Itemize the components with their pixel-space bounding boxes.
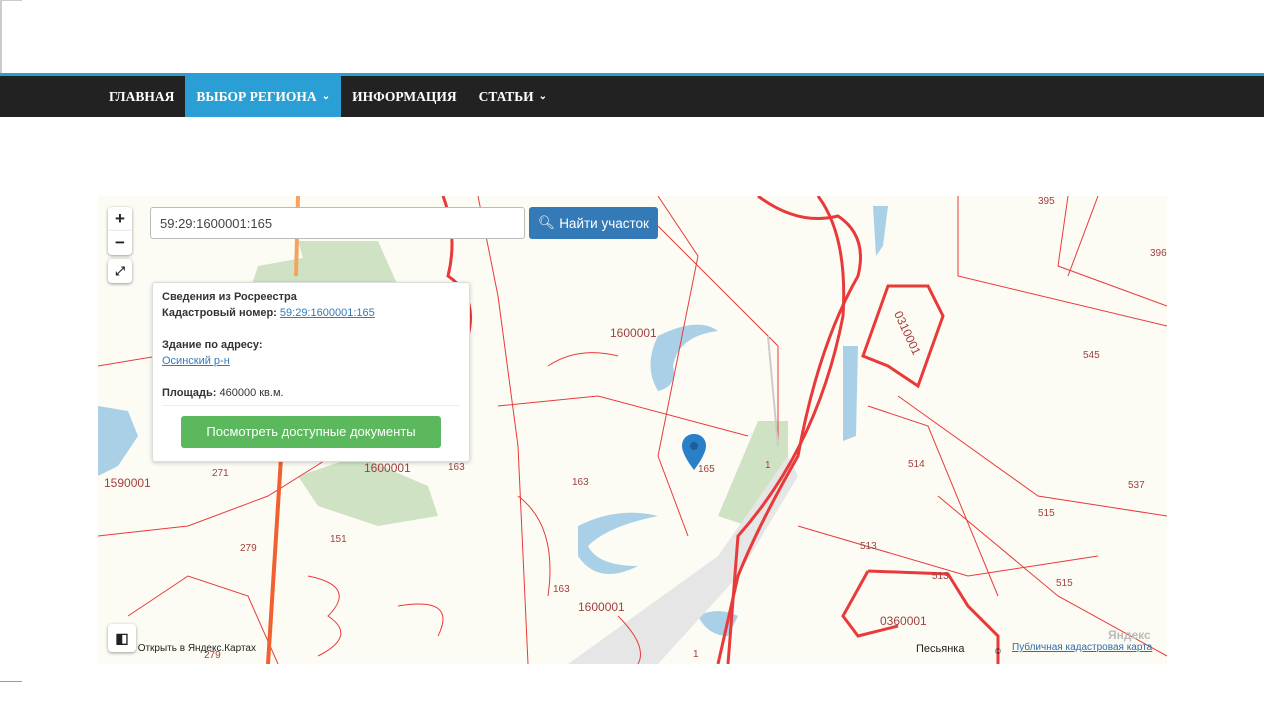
view-documents-button[interactable]: Посмотреть доступные документы [181,416,441,448]
zoom-in-label: + [115,209,125,228]
map-label: 1600001 [610,326,657,340]
info-popup: Сведения из Росреестра Кадастровый номер… [152,282,470,462]
fullscreen-button[interactable]: ⤢ [108,259,132,283]
public-cadastral-map-link[interactable]: Публичная кадастровая карта [1012,642,1152,653]
map-label: 537 [1128,480,1145,491]
map-label: 0360001 [880,614,927,628]
cadastral-number-link[interactable]: 59:29:1600001:165 [280,307,375,319]
zoom-out-label: − [115,233,125,252]
map-label: 515 [1056,578,1073,589]
nav-region-label: ВЫБОР РЕГИОНА [196,88,317,104]
cadastral-search-input[interactable] [150,207,525,239]
map-label: 513 [860,541,877,552]
map-label: 1 [765,460,771,471]
map-label: 395 [1038,196,1055,207]
area-value: 460000 кв.м. [219,387,284,399]
nav-articles-label: СТАТЬИ [478,88,534,104]
view-documents-label: Посмотреть доступные документы [206,424,416,439]
map-label: 1600001 [364,461,411,475]
main-nav: ГЛАВНАЯ ВЫБОР РЕГИОНА ⌄ ИНФОРМАЦИЯ СТАТЬИ… [0,76,1264,117]
layers-button[interactable]: ◧ [108,624,136,652]
expand-icon: ⤢ [115,263,125,278]
map-label: 163 [553,584,570,595]
nav-home[interactable]: ГЛАВНАЯ [98,76,185,117]
popup-title: Сведения из Росреестра [162,291,297,303]
map-label: 514 [908,459,925,470]
open-in-yandex-link[interactable]: Открыть в Яндекс.Картах [138,643,256,654]
find-plot-label: Найти участок [559,215,649,231]
chevron-down-icon: ⌄ [538,91,548,102]
map-label: 515 [1038,508,1055,519]
map-label: 279 [240,543,257,554]
nav-info-label: ИНФОРМАЦИЯ [352,88,457,104]
cadastral-map[interactable]: 1600001 1600001 1600001 1590001 0310001 … [98,196,1167,664]
copyright-icon: © [995,647,1001,656]
nav-home-label: ГЛАВНАЯ [109,88,175,104]
chevron-down-icon: ⌄ [321,91,331,102]
map-label: 1590001 [104,476,151,490]
address-label: Здание по адресу: [162,339,263,351]
map-label: 163 [572,477,589,488]
nav-region-select[interactable]: ВЫБОР РЕГИОНА ⌄ [185,76,342,117]
nav-articles[interactable]: СТАТЬИ ⌄ [468,76,558,117]
window-edge [0,0,2,73]
find-plot-button[interactable]: 🔍︎ Найти участок [529,207,658,239]
map-label: 151 [330,534,347,545]
window-edge-top [0,0,22,1]
address-link[interactable]: Осинский р-н [162,355,230,367]
layers-icon: ◧ [115,629,129,646]
map-label: 545 [1083,350,1100,361]
map-label: 396 [1150,248,1167,259]
map-label: 1 [693,649,699,660]
yandex-logo: Яндекс [1108,628,1151,642]
place-label: Песьянка [916,643,965,655]
map-label: 1600001 [578,600,625,614]
map-label: 271 [212,468,229,479]
nav-info[interactable]: ИНФОРМАЦИЯ [341,76,468,117]
cadastral-label: Кадастровый номер: [162,307,277,319]
zoom-out-button[interactable]: − [108,231,132,255]
map-label: 163 [448,462,465,473]
search-icon: 🔍︎ [538,215,556,230]
window-edge-bottom [0,681,22,682]
area-label: Площадь: [162,387,217,399]
map-label: 513 [932,571,949,582]
popup-divider [162,405,460,406]
zoom-in-button[interactable]: + [108,207,132,231]
